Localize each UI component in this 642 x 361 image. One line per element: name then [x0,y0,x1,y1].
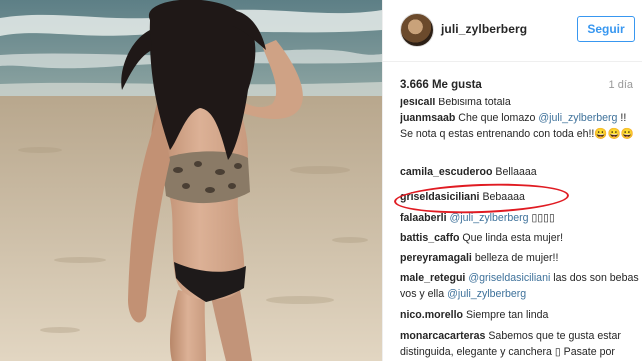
comment-mention[interactable]: @juli_zylberberg [447,288,526,300]
comment: monarcacarteras Sabemos que te gusta est… [400,328,640,361]
comment-mention[interactable]: @juli_zylberberg [449,212,528,224]
comment: camila_escuderoo Bellaaaa [400,164,640,180]
post-photo [0,0,382,361]
comment-user[interactable]: falaaberli [400,212,447,224]
comment: pereyramagali belleza de mujer!! [400,250,640,266]
comment-text: Bellaaaa [495,166,537,178]
comment-user[interactable]: griseldasiciliani [400,191,480,203]
comment-highlighted: griseldasiciliani Bebaaaa [400,189,640,205]
comment-text: Siempre tan linda [465,309,549,321]
comment: battis_caffo Que linda esta mujer! [400,230,640,246]
comment: falaaberli @juli_zylberberg ▯▯▯▯ [400,210,640,226]
comment-user[interactable]: jesicall [400,98,435,108]
comment-text: Che que lomazo [458,112,539,124]
beach-photo-illustration [0,0,382,361]
comment: jesicall Bebisima totala [400,98,640,110]
comment-text: Bebisima totala [438,98,511,108]
comment-mention[interactable]: @juli_zylberberg [538,112,617,124]
comment-user[interactable]: male_retegui [400,272,465,284]
comment-text: belleza de mujer!! [474,252,559,264]
comment-user[interactable]: monarcacarteras [400,330,485,342]
comment-user[interactable]: juanmsaab [400,112,455,124]
comment: male_retegui @griseldasiciliani las dos … [400,270,640,302]
comment-mention[interactable]: @griseldasiciliani [468,272,550,284]
comment-text: Que linda esta mujer! [462,232,564,244]
follow-button[interactable]: Seguir [577,16,635,42]
comment: juanmsaab Che que lomazo @juli_zylberber… [400,110,640,142]
comment-text: ▯▯▯▯ [528,212,555,224]
comment-user[interactable]: pereyramagali [400,252,472,264]
comment: nico.morello Siempre tan linda [400,307,640,323]
post-sidebar: juli_zylberberg Seguir 3.666 Me gusta 1 … [382,0,642,361]
comment-text: Bebaaaa [482,191,525,203]
avatar[interactable] [400,13,434,47]
post-header: juli_zylberberg Seguir [383,0,642,62]
comment-user[interactable]: nico.morello [400,309,463,321]
post-stats: 3.666 Me gusta 1 día [383,62,642,98]
likes-count[interactable]: 3.666 Me gusta [400,79,482,91]
comment-user[interactable]: camila_escuderoo [400,166,492,178]
comment-user[interactable]: battis_caffo [400,232,459,244]
post-time: 1 día [608,79,633,91]
comments-list[interactable]: jesicall Bebisima totala juanmsaab Che q… [400,98,640,361]
post-username[interactable]: juli_zylberberg [441,22,527,36]
